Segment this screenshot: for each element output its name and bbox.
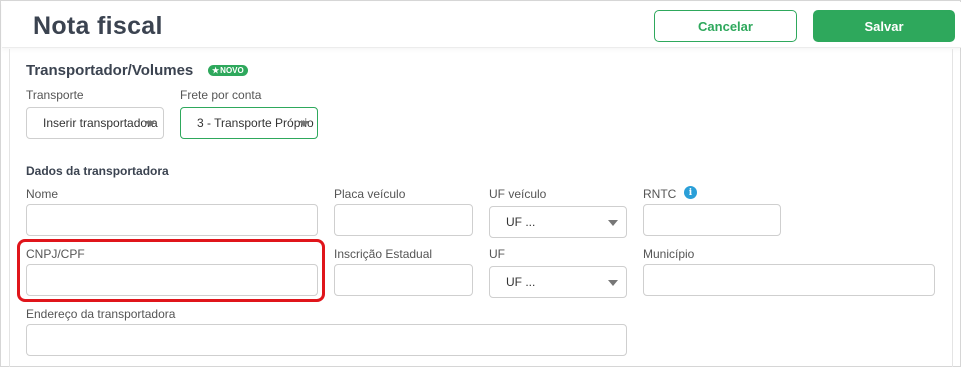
uf-label: UF bbox=[489, 247, 505, 261]
transporte-select[interactable]: Inserir transportadora bbox=[26, 107, 164, 139]
header-bar: Nota fiscal Cancelar Salvar bbox=[2, 2, 961, 48]
placa-veiculo-input[interactable] bbox=[334, 204, 473, 236]
rntc-label: RNTC bbox=[643, 187, 677, 201]
new-badge-label: NOVO bbox=[220, 66, 244, 75]
transporte-label: Transporte bbox=[26, 88, 84, 102]
chevron-down-icon bbox=[608, 280, 618, 286]
municipio-input[interactable] bbox=[643, 264, 935, 296]
save-button[interactable]: Salvar bbox=[813, 10, 955, 42]
chevron-down-icon bbox=[145, 121, 155, 127]
section-title: Transportador/Volumes bbox=[26, 62, 194, 79]
placa-veiculo-label: Placa veículo bbox=[334, 187, 406, 201]
chevron-down-icon bbox=[299, 121, 309, 127]
rntc-input[interactable] bbox=[643, 204, 781, 236]
frete-select[interactable]: 3 - Transporte Próprio bbox=[180, 107, 318, 139]
new-badge: ★ NOVO bbox=[208, 65, 248, 76]
frete-label: Frete por conta bbox=[180, 88, 262, 102]
cnpj-highlight-box bbox=[17, 239, 325, 302]
page-title: Nota fiscal bbox=[33, 12, 163, 40]
info-icon[interactable]: i bbox=[684, 186, 697, 199]
inscricao-estadual-label: Inscrição Estadual bbox=[334, 247, 433, 261]
uf-veiculo-select[interactable]: UF ... bbox=[489, 206, 627, 238]
star-icon: ★ bbox=[212, 66, 220, 75]
endereco-label: Endereço da transportadora bbox=[26, 307, 176, 321]
municipio-label: Município bbox=[643, 247, 695, 261]
uf-veiculo-label: UF veículo bbox=[489, 187, 547, 201]
nome-label: Nome bbox=[26, 187, 59, 201]
chevron-down-icon bbox=[608, 220, 618, 226]
endereco-input[interactable] bbox=[26, 324, 627, 356]
cancel-button[interactable]: Cancelar bbox=[654, 10, 797, 42]
dados-transportadora-title: Dados da transportadora bbox=[26, 164, 169, 178]
inscricao-estadual-input[interactable] bbox=[334, 264, 473, 296]
uf-select[interactable]: UF ... bbox=[489, 266, 627, 298]
nome-input[interactable] bbox=[26, 204, 318, 236]
